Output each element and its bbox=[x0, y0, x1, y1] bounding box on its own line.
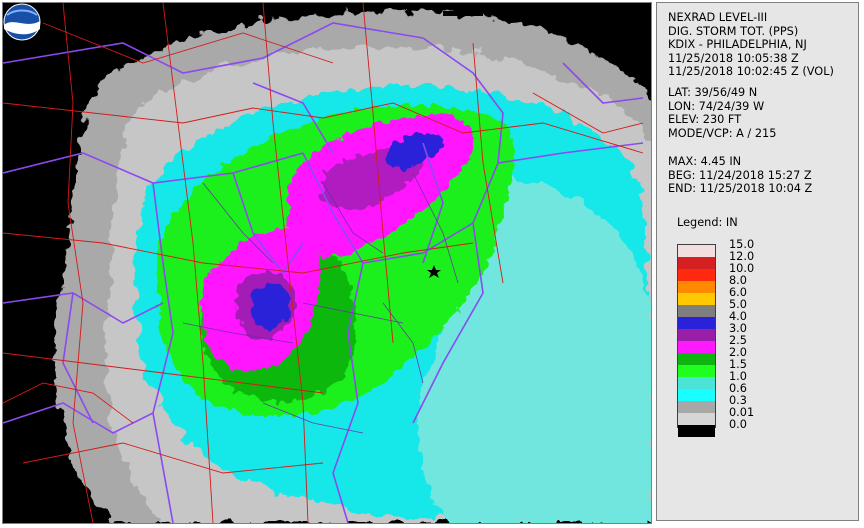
storm-stats: MAX: 4.45 IN BEG: 11/24/2018 15:27 Z END… bbox=[668, 155, 812, 196]
legend-swatch bbox=[678, 413, 715, 425]
legend-swatch bbox=[678, 269, 715, 281]
legend-swatch bbox=[678, 353, 715, 365]
legend-swatch bbox=[678, 377, 715, 389]
legend-swatch bbox=[678, 341, 715, 353]
legend-title: Legend: IN bbox=[677, 216, 738, 229]
radar-image bbox=[3, 3, 651, 523]
legend-swatch bbox=[678, 389, 715, 401]
legend-swatch bbox=[678, 401, 715, 413]
legend-label: 0.0 bbox=[729, 418, 747, 431]
legend-swatch bbox=[678, 257, 715, 269]
info-panel: NEXRAD LEVEL-III DIG. STORM TOT. (PPS) K… bbox=[656, 2, 859, 521]
site-info: LAT: 39/56/49 N LON: 74/24/39 W ELEV: 23… bbox=[668, 86, 776, 140]
legend-swatch bbox=[678, 305, 715, 317]
legend-color-bar bbox=[677, 244, 716, 437]
legend-labels: 15.0 12.0 10.0 8.0 6.0 5.0 4.0 3.0 2.5 2.0 1.5 1.0 0… bbox=[729, 239, 754, 431]
header-line: 11/25/2018 10:05:38 Z bbox=[668, 51, 799, 65]
header-line: DIG. STORM TOT. (PPS) bbox=[668, 24, 799, 38]
site-line: ELEV: 230 FT bbox=[668, 113, 742, 127]
radar-map bbox=[2, 2, 652, 524]
stats-line: BEG: 11/24/2018 15:27 Z bbox=[668, 168, 812, 182]
legend-swatch bbox=[678, 317, 715, 329]
legend-swatch bbox=[678, 425, 715, 437]
site-line: MODE/VCP: A / 215 bbox=[668, 126, 777, 140]
site-line: LON: 74/24/39 W bbox=[668, 99, 765, 113]
legend-swatch bbox=[678, 281, 715, 293]
legend-swatch bbox=[678, 245, 715, 257]
legend-swatch bbox=[678, 329, 715, 341]
site-line: LAT: 39/56/49 N bbox=[668, 86, 758, 99]
header-line: KDIX - PHILADELPHIA, NJ bbox=[668, 38, 807, 52]
product-header: NEXRAD LEVEL-III DIG. STORM TOT. (PPS) K… bbox=[668, 11, 834, 79]
noaa-logo-icon bbox=[3, 3, 41, 41]
stats-line: END: 11/25/2018 10:04 Z bbox=[668, 182, 813, 196]
stats-line: MAX: 4.45 IN bbox=[668, 155, 742, 168]
header-line: NEXRAD LEVEL-III bbox=[668, 11, 768, 24]
legend-swatch bbox=[678, 293, 715, 305]
legend-swatch bbox=[678, 365, 715, 377]
header-line: 11/25/2018 10:02:45 Z (VOL) bbox=[668, 65, 834, 79]
no-data-speckle bbox=[443, 6, 593, 16]
